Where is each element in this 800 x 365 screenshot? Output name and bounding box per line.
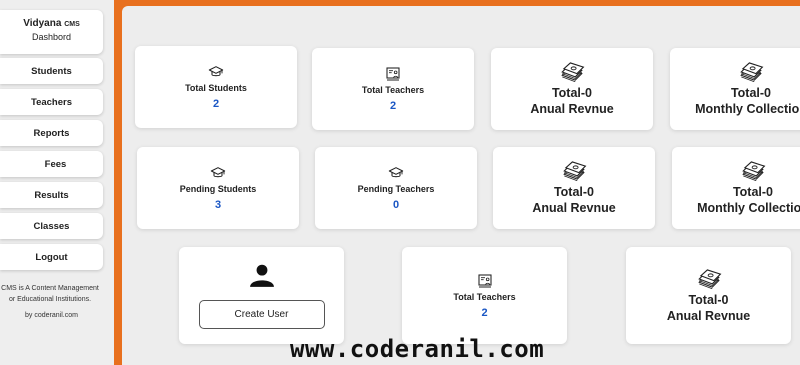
- about-line-1: CMS is A Content Management: [1, 285, 99, 292]
- sidebar-item-students[interactable]: Students: [0, 58, 103, 84]
- total-teachers-label-2: Total Teachers: [453, 291, 516, 302]
- sidebar-item-classes[interactable]: Classes: [0, 213, 103, 239]
- annual-revenue-total-3: Total-0: [688, 292, 729, 307]
- monthly-collection-total-2: Total-0: [732, 185, 774, 199]
- about-text: CMS is A Content Management or Education…: [0, 283, 105, 305]
- chalkboard-teacher-icon: [385, 66, 401, 82]
- sidebar-item-logout[interactable]: Logout: [0, 244, 103, 270]
- annual-revenue-card[interactable]: Total-0 Anual Revnue: [491, 48, 653, 130]
- total-teachers-card[interactable]: Total Teachers 2: [312, 48, 474, 130]
- total-students-label: Total Students: [185, 83, 247, 93]
- money-stack-icon: [738, 62, 764, 82]
- user-icon: [249, 262, 275, 288]
- annual-revenue-label: Anual Revnue: [530, 102, 614, 116]
- monthly-collection-total: Total-0: [730, 86, 772, 100]
- monthly-collection-card[interactable]: Total-0 Monthly Collection: [670, 48, 800, 130]
- chalkboard-teacher-icon: [477, 273, 493, 289]
- annual-revenue-card-2[interactable]: Total-0 Anual Revnue: [493, 147, 655, 229]
- byline: by coderanil.com: [25, 312, 78, 319]
- total-students-value: 2: [212, 98, 220, 110]
- pending-students-label: Pending Students: [179, 184, 257, 194]
- pending-students-card[interactable]: Pending Students 3: [137, 147, 299, 229]
- monthly-collection-card-2[interactable]: Total-0 Monthly Collection: [672, 147, 800, 229]
- brand-header[interactable]: Vidyana CMS Dashbord: [0, 10, 103, 54]
- total-teachers-value: 2: [389, 100, 397, 112]
- annual-revenue-label-3: Anual Revnue: [666, 308, 751, 323]
- annual-revenue-card-3[interactable]: Total-0 Anual Revnue: [626, 247, 791, 344]
- total-teachers-card-2[interactable]: Total Teachers 2: [402, 247, 567, 344]
- total-teachers-label: Total Teachers: [361, 85, 425, 95]
- dashboard-main: Total Students 2 Total Teachers 2 Total-…: [122, 6, 800, 365]
- annual-revenue-total: Total-0: [551, 86, 593, 100]
- brand-name: Vidyana CMS: [23, 18, 80, 29]
- graduation-cap-icon: [208, 64, 224, 80]
- create-user-card: Create User: [179, 247, 344, 344]
- pending-teachers-value: 0: [392, 199, 400, 211]
- graduation-cap-icon: [210, 165, 226, 181]
- sidebar-item-fees[interactable]: Fees: [0, 151, 103, 177]
- graduation-cap-icon: [388, 165, 404, 181]
- monthly-collection-label: Monthly Collection: [695, 102, 800, 116]
- dashboard-link: Dashbord: [31, 32, 72, 42]
- money-stack-icon: [696, 269, 722, 289]
- sidebar-item-teachers[interactable]: Teachers: [0, 89, 103, 115]
- annual-revenue-total-2: Total-0: [553, 185, 595, 199]
- pending-teachers-card[interactable]: Pending Teachers 0: [315, 147, 477, 229]
- annual-revenue-label-2: Anual Revnue: [532, 201, 616, 215]
- pending-students-value: 3: [214, 199, 222, 211]
- about-line-2: or Educational Institutions.: [8, 296, 92, 303]
- pending-teachers-label: Pending Teachers: [357, 184, 435, 194]
- watermark: www.coderanil.com: [290, 335, 545, 363]
- total-students-card[interactable]: Total Students 2: [135, 46, 297, 128]
- brand-suffix: CMS: [64, 21, 80, 28]
- money-stack-icon: [561, 161, 587, 181]
- money-stack-icon: [559, 62, 585, 82]
- total-teachers-value-2: 2: [481, 306, 488, 319]
- money-stack-icon: [740, 161, 766, 181]
- sidebar-item-reports[interactable]: Reports: [0, 120, 103, 146]
- sidebar: Vidyana CMS Dashbord Students Teachers R…: [0, 0, 114, 365]
- monthly-collection-label-2: Monthly Collection: [697, 201, 800, 215]
- sidebar-item-results[interactable]: Results: [0, 182, 103, 208]
- create-user-button[interactable]: Create User: [198, 300, 325, 329]
